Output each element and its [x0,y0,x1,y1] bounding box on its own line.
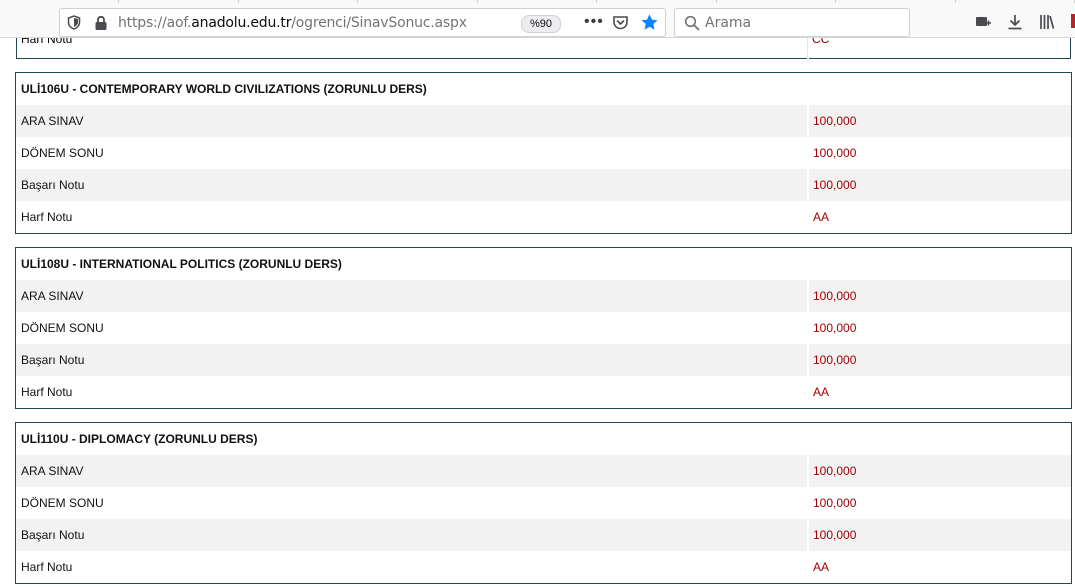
column-divider [807,312,809,344]
grade-label: Başarı Notu [21,528,85,542]
grade-label: ARA SINAV [21,464,84,478]
column-divider [807,280,809,312]
course-block-uli110u: ULİ110U - DIPLOMACY (ZORUNLU DERS) ARA S… [15,422,1072,584]
screenshot-icon[interactable] [974,13,992,31]
grade-value: AA [813,385,830,399]
column-divider [807,137,809,169]
grade-row-letter-grade: Harf Notu AA [16,551,1071,583]
grade-row-success-score: Başarı Notu 100,000 [16,344,1071,376]
grade-value: 100,000 [813,321,857,335]
overflow-edge-mark [1071,14,1075,28]
grade-label: Başarı Notu [21,353,85,367]
grade-value: 100,000 [813,178,857,192]
grade-value: 100,000 [813,114,857,128]
grade-label: DÖNEM SONU [21,496,104,510]
column-divider [807,519,809,551]
grade-value: 100,000 [813,289,857,303]
grade-row-final: DÖNEM SONU 100,000 [16,312,1071,344]
grade-label: Harf Notu [21,385,73,399]
search-input[interactable] [705,13,895,32]
grade-label: ARA SINAV [21,289,84,303]
grade-label: DÖNEM SONU [21,146,104,160]
grade-value: 100,000 [813,353,857,367]
grade-row-final: DÖNEM SONU 100,000 [16,137,1071,169]
grade-row-success-score: Başarı Notu 100,000 [16,169,1071,201]
grade-value: AA [813,210,830,224]
grade-label: Harf Notu [21,560,73,574]
lock-icon[interactable] [94,15,108,31]
previous-course-partial-row: Harf Notu CC [16,38,1071,59]
tab-strip [0,0,1075,4]
column-divider [807,455,809,487]
address-bar[interactable]: https://aof.anadolu.edu.tr/ogrenci/Sinav… [59,8,666,37]
column-divider [807,169,809,201]
download-icon[interactable] [1006,13,1024,31]
grade-label: ARA SINAV [21,114,84,128]
course-title: ULİ108U - INTERNATIONAL POLITICS (ZORUNL… [21,257,342,271]
zoom-reset-button[interactable]: %90 [521,15,561,33]
column-divider [807,487,809,519]
page-actions-menu-button[interactable]: ••• [584,13,604,31]
grade-label: DÖNEM SONU [21,321,104,335]
search-bar[interactable] [674,8,910,37]
grade-row-letter-grade: Harf Notu AA [16,201,1071,233]
column-divider [807,105,809,137]
grade-value: AA [813,560,830,574]
grade-label: Harf Notu [21,210,73,224]
course-title: ULİ106U - CONTEMPORARY WORLD CIVILIZATIO… [21,82,427,96]
grade-value: CC [812,38,830,46]
grade-row-midterm: ARA SINAV 100,000 [16,280,1071,312]
grade-row-success-score: Başarı Notu 100,000 [16,519,1071,551]
column-divider [807,344,809,376]
course-block-uli108u: ULİ108U - INTERNATIONAL POLITICS (ZORUNL… [15,247,1072,409]
column-divider [807,551,809,583]
url-text[interactable]: https://aof.anadolu.edu.tr/ogrenci/Sinav… [118,15,467,31]
library-icon[interactable] [1038,13,1056,31]
column-divider [807,38,809,59]
grade-label: Başarı Notu [21,178,85,192]
exam-results-page: Harf Notu CC ULİ106U - CONTEMPORARY WORL… [0,38,1075,587]
course-title: ULİ110U - DIPLOMACY (ZORUNLU DERS) [21,432,258,446]
url-host: anadolu.edu.tr [191,15,292,31]
url-prefix: https://aof. [118,15,192,31]
grade-value: 100,000 [813,528,857,542]
column-divider [807,201,809,233]
column-divider [807,376,809,408]
grade-value: 100,000 [813,496,857,510]
star-icon[interactable] [640,13,659,32]
shield-icon[interactable] [67,15,81,30]
pocket-icon[interactable] [612,14,629,31]
grade-row-midterm: ARA SINAV 100,000 [16,105,1071,137]
url-path: /ogrenci/SinavSonuc.aspx [291,15,467,31]
grade-row-final: DÖNEM SONU 100,000 [16,487,1071,519]
grade-label: Harf Notu [21,38,73,46]
browser-toolbar: https://aof.anadolu.edu.tr/ogrenci/Sinav… [0,0,1075,38]
grade-value: 100,000 [813,146,857,160]
grade-value: 100,000 [813,464,857,478]
search-icon [684,15,700,31]
course-block-uli106u: ULİ106U - CONTEMPORARY WORLD CIVILIZATIO… [15,72,1072,234]
grade-row-midterm: ARA SINAV 100,000 [16,455,1071,487]
grade-row-letter-grade: Harf Notu AA [16,376,1071,408]
